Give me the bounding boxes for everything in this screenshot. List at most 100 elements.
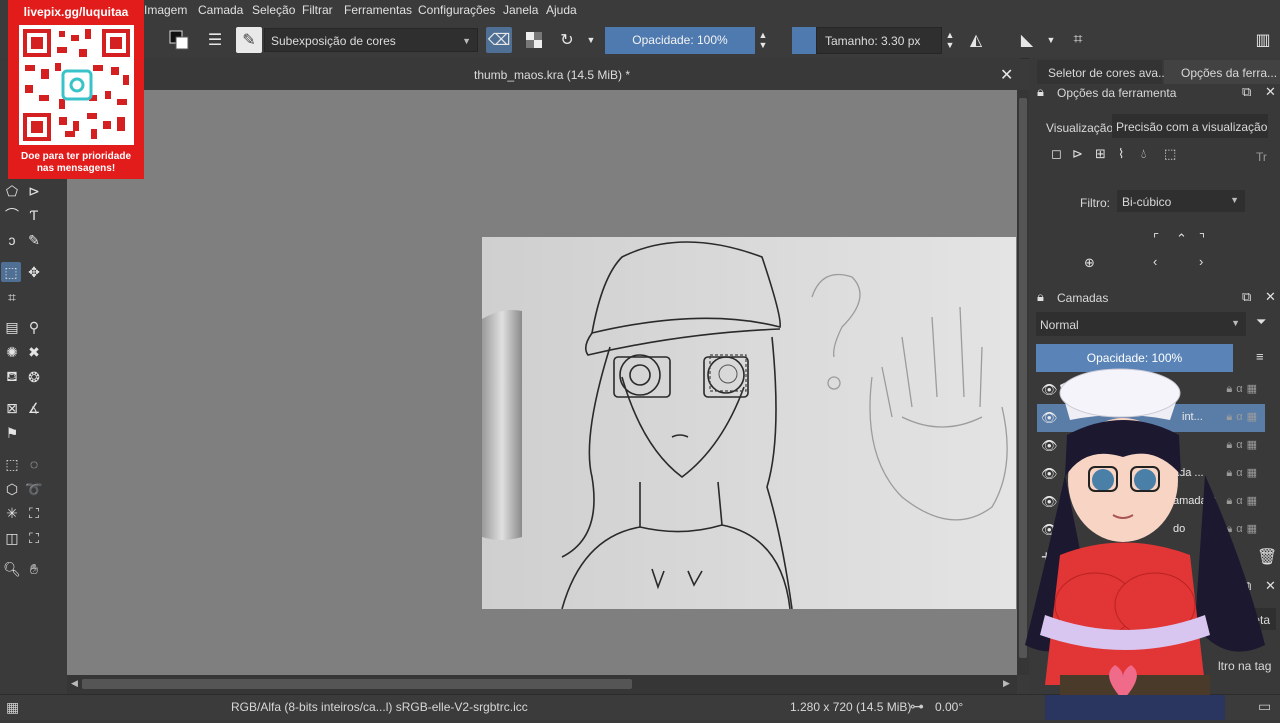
tool-options-title: Opções da ferramenta — [1057, 86, 1177, 100]
brush-preset-thumbnail[interactable]: ✎ — [236, 27, 262, 53]
wrap-around-icon[interactable]: ⌗ — [1065, 27, 1091, 53]
polygon-tool-icon[interactable]: ⬠ — [2, 181, 22, 201]
liquify-icon[interactable]: 💧︎ — [1141, 146, 1146, 162]
lock-icon[interactable]: 🔒︎ — [1037, 289, 1044, 305]
sketch-artwork — [482, 237, 1016, 609]
menu-settings[interactable]: Configurações — [418, 3, 495, 17]
filter-value: Bi-cúbico — [1122, 195, 1172, 209]
dynamic-brush-icon[interactable]: ↄ — [2, 230, 22, 250]
mesh-icon[interactable]: ⬚ — [1164, 146, 1176, 162]
anchor-top-right-icon[interactable]: ⌝ — [1199, 231, 1205, 247]
anchor-right-icon[interactable]: › — [1199, 254, 1203, 269]
donation-caption-line2: nas mensagens! — [36, 163, 116, 174]
reference-images-icon[interactable]: ⚑ — [2, 423, 22, 443]
preview-mode-select[interactable]: Precisão com a visualização inst — [1112, 114, 1268, 138]
menu-image[interactable]: Imagem — [144, 3, 187, 17]
donation-url: livepix.gg/luquitaa — [23, 5, 129, 19]
zoom-tool-icon[interactable]: 🔍︎ — [2, 559, 22, 579]
freehand-select-icon[interactable]: ➰ — [24, 479, 44, 499]
layer-menu-icon[interactable]: ≡ — [1256, 349, 1264, 364]
gradient-tool-icon[interactable]: ▤ — [2, 317, 22, 337]
horizontal-scrollbar[interactable]: ◀ ▶ — [67, 675, 1017, 694]
assistant-tool-icon[interactable]: ⊠ — [2, 398, 22, 418]
close-document-icon[interactable]: ✕ — [1000, 65, 1013, 85]
layer-blend-mode-select[interactable]: Normal ▼ — [1036, 312, 1246, 336]
chevron-down-icon[interactable]: ▼ — [1044, 27, 1058, 53]
fg-bg-color-icon[interactable] — [166, 27, 192, 53]
multibrush-icon[interactable]: ✎ — [24, 230, 44, 250]
workspace-icon[interactable]: ▥ — [1250, 27, 1276, 53]
polyline-tool-icon[interactable]: ⊳ — [24, 181, 44, 201]
eraser-icon[interactable]: ⌫ — [486, 27, 512, 53]
bezier-select-icon[interactable]: ◫ — [2, 528, 22, 548]
transform-tool-icon[interactable]: ⬚ — [1, 262, 21, 282]
blend-mode-select[interactable]: Subexposição de cores ▼ — [264, 28, 478, 52]
shear-icon[interactable]: ⊳ — [1072, 146, 1083, 162]
float-docker-icon[interactable]: ⧉ — [1242, 84, 1251, 100]
magnetic-select-icon[interactable]: ⛶ — [24, 528, 44, 548]
tab-tool-options[interactable]: Opções da ferra... — [1164, 60, 1280, 84]
close-docker-icon[interactable]: ✕ — [1265, 289, 1276, 305]
fill-tool-icon[interactable]: ✖ — [24, 342, 44, 362]
anchor-left-icon[interactable]: ‹ — [1153, 254, 1157, 269]
size-slider-fill[interactable] — [792, 27, 816, 54]
float-docker-icon[interactable]: ⧉ — [1242, 289, 1251, 305]
pivot-icon[interactable]: ⊕ — [1084, 255, 1095, 271]
similar-select-icon[interactable]: ⛶ — [24, 503, 44, 523]
filter-layers-icon[interactable]: ⏷ — [1256, 314, 1266, 330]
document-title[interactable]: thumb_maos.kra (14.5 MiB) * — [474, 68, 630, 82]
menu-help[interactable]: Ajuda — [546, 3, 577, 17]
crop-tool-icon[interactable]: ⌗ — [2, 287, 22, 307]
polygon-select-icon[interactable]: ⬡ — [2, 479, 22, 499]
tool-options-bar: ☰ ✎ Subexposição de cores ▼ ⌫ ↻ ▼ Opacid… — [0, 22, 1280, 59]
horizontal-scroll-thumb[interactable] — [82, 679, 632, 689]
close-docker-icon[interactable]: ✕ — [1265, 84, 1276, 100]
preview-label: Visualização — [1046, 121, 1114, 135]
opacity-stepper[interactable]: ▲ ▼ — [755, 27, 771, 53]
menu-tools[interactable]: Ferramentas — [344, 3, 412, 17]
preserve-alpha-icon[interactable] — [521, 27, 547, 53]
rect-select-icon[interactable]: ⬚ — [2, 454, 22, 474]
menu-layer[interactable]: Camada — [198, 3, 243, 17]
drawing-canvas[interactable] — [482, 237, 1016, 609]
warp-icon[interactable]: ⌇ — [1118, 146, 1124, 162]
size-value: Tamanho: 3.30 px — [825, 34, 921, 48]
magic-wand-icon[interactable]: ✳ — [2, 503, 22, 523]
size-stepper[interactable]: ▲ ▼ — [942, 27, 958, 53]
anchor-top-left-icon[interactable]: ⌜ — [1153, 231, 1159, 247]
chevron-down-icon[interactable]: ▼ — [584, 27, 598, 53]
bucket-fill-icon[interactable]: ⛾ — [2, 367, 22, 387]
smart-patch-icon[interactable]: ✺ — [2, 342, 22, 362]
opacity-slider[interactable]: Opacidade: 100% — [605, 27, 755, 54]
lock-icon[interactable]: 🔒︎ — [1037, 84, 1044, 100]
brush-presets-icon[interactable]: ☰ — [202, 27, 228, 53]
perspective-icon[interactable]: ⊞ — [1095, 146, 1106, 162]
tab-color-selector[interactable]: Seletor de cores ava... — [1037, 60, 1168, 84]
pan-tool-icon[interactable]: ✋︎ — [24, 559, 44, 579]
filter-select[interactable]: Bi-cúbico ▼ — [1117, 190, 1245, 212]
scroll-left-icon[interactable]: ◀ — [71, 678, 78, 689]
menu-bar: Imagem Camada Seleção Filtrar Ferramenta… — [0, 0, 1280, 22]
move-tool-icon[interactable]: ✥ — [24, 262, 44, 282]
pattern-fill-icon[interactable]: ❂ — [24, 367, 44, 387]
measure-tool-icon[interactable]: ∡ — [24, 398, 44, 418]
menu-selection[interactable]: Seleção — [252, 3, 295, 17]
reload-preset-icon[interactable]: ↻ — [554, 27, 580, 53]
free-transform-icon[interactable]: ◻ — [1051, 146, 1062, 162]
selection-mode-icon[interactable]: ▦ — [6, 699, 19, 716]
freehand-path-icon[interactable]: Ƭ — [24, 205, 44, 225]
layer-blend-mode-value: Normal — [1040, 318, 1079, 332]
menu-window[interactable]: Janela — [503, 3, 538, 17]
ellipse-select-icon[interactable]: ◌ — [24, 454, 44, 474]
color-picker-icon[interactable]: ⚲ — [24, 317, 44, 337]
qr-code — [19, 25, 134, 145]
mirror-vertical-icon[interactable]: ◣ — [1014, 27, 1040, 53]
menu-filter[interactable]: Filtrar — [302, 3, 333, 17]
anchor-top-icon[interactable]: ⌃ — [1176, 231, 1187, 247]
bezier-tool-icon[interactable]: ⌒ — [2, 205, 22, 225]
rotation-value[interactable]: 0.00° — [935, 700, 963, 714]
layers-title: Camadas — [1057, 291, 1109, 305]
mirror-horizontal-icon[interactable]: ◭ — [963, 27, 989, 53]
chevron-down-icon: ▼ — [462, 36, 471, 46]
size-slider[interactable]: Tamanho: 3.30 px — [816, 27, 942, 54]
